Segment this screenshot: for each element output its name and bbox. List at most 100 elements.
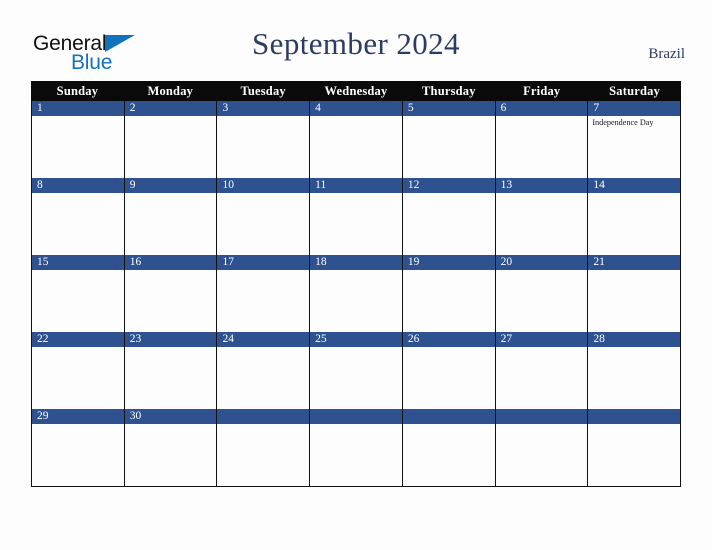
day-number: 4 xyxy=(310,101,402,116)
day-events xyxy=(310,424,402,486)
weekday-header-tuesday: Tuesday xyxy=(240,84,286,98)
day-number: 12 xyxy=(402,178,495,193)
weekday-header-friday: Friday xyxy=(523,84,561,98)
day-events xyxy=(125,270,217,332)
day-cell-6[interactable]: 6 xyxy=(495,101,589,178)
day-cell-7[interactable]: 7 Independence Day xyxy=(588,101,682,178)
day-number: 13 xyxy=(495,178,588,193)
day-events xyxy=(310,193,402,255)
day-cell-8[interactable]: 8 xyxy=(32,178,125,255)
day-events xyxy=(217,347,309,409)
calendar-week-row: 29 30 xyxy=(31,409,682,487)
day-events xyxy=(403,347,495,409)
day-cell-25[interactable]: 25 xyxy=(310,332,403,409)
day-number: 16 xyxy=(124,255,217,270)
day-cell-13[interactable]: 13 xyxy=(495,178,589,255)
day-number: 8 xyxy=(32,178,124,193)
day-number: 1 xyxy=(32,101,124,116)
day-cell-23[interactable]: 23 xyxy=(124,332,218,409)
day-number: 20 xyxy=(495,255,588,270)
calendar-week-row: 1 2 3 4 5 6 7 Independence Day xyxy=(31,101,682,178)
day-cell-17[interactable]: 17 xyxy=(217,255,311,332)
weekday-header-monday: Monday xyxy=(147,84,194,98)
day-cell-10[interactable]: 10 xyxy=(217,178,311,255)
calendar-weeks: 1 2 3 4 5 6 7 Independence Day 8 9 10 11 12 13 14 15 16 1… xyxy=(31,101,682,487)
day-cell-12[interactable]: 12 xyxy=(402,178,496,255)
day-cell-4[interactable]: 4 xyxy=(310,101,403,178)
day-cell-1[interactable]: 1 xyxy=(32,101,125,178)
day-events xyxy=(588,270,680,332)
day-cell-29[interactable]: 29 xyxy=(32,409,125,486)
day-events xyxy=(32,270,124,332)
day-cell-14[interactable]: 14 xyxy=(588,178,682,255)
day-events xyxy=(32,424,124,486)
weekday-header-sunday: Sunday xyxy=(56,84,99,98)
day-number: 30 xyxy=(124,409,217,424)
day-number: 7 xyxy=(588,101,681,116)
day-number: 15 xyxy=(32,255,124,270)
day-cell-empty[interactable] xyxy=(217,409,311,486)
day-cell-27[interactable]: 27 xyxy=(495,332,589,409)
day-cell-30[interactable]: 30 xyxy=(124,409,218,486)
day-cell-11[interactable]: 11 xyxy=(310,178,403,255)
day-number: 5 xyxy=(402,101,495,116)
day-number xyxy=(217,409,310,424)
day-cell-2[interactable]: 2 xyxy=(124,101,218,178)
day-number: 23 xyxy=(124,332,217,347)
day-number: 3 xyxy=(217,101,310,116)
day-events xyxy=(32,116,124,178)
day-events xyxy=(217,424,309,486)
day-number: 18 xyxy=(310,255,402,270)
day-cell-9[interactable]: 9 xyxy=(124,178,218,255)
calendar-week-row: 15 16 17 18 19 20 21 xyxy=(31,255,682,332)
day-cell-5[interactable]: 5 xyxy=(402,101,496,178)
country-label: Brazil xyxy=(648,46,685,62)
day-events xyxy=(32,347,124,409)
day-cell-20[interactable]: 20 xyxy=(495,255,589,332)
day-events xyxy=(588,193,680,255)
day-events xyxy=(496,270,588,332)
day-events xyxy=(125,116,217,178)
day-number: 24 xyxy=(217,332,310,347)
day-events xyxy=(125,347,217,409)
day-events xyxy=(496,116,588,178)
day-events xyxy=(310,270,402,332)
day-events xyxy=(588,424,680,486)
day-number: 22 xyxy=(32,332,124,347)
day-number: 29 xyxy=(32,409,124,424)
day-number xyxy=(495,409,588,424)
day-cell-empty[interactable] xyxy=(310,409,403,486)
day-events xyxy=(310,347,402,409)
day-cell-21[interactable]: 21 xyxy=(588,255,682,332)
event-label[interactable]: Independence Day xyxy=(592,118,677,128)
day-number: 26 xyxy=(402,332,495,347)
day-cell-3[interactable]: 3 xyxy=(217,101,311,178)
day-cell-empty[interactable] xyxy=(402,409,496,486)
day-number: 28 xyxy=(588,332,681,347)
day-number: 9 xyxy=(124,178,217,193)
day-cell-empty[interactable] xyxy=(588,409,682,486)
day-events xyxy=(496,193,588,255)
day-number: 10 xyxy=(217,178,310,193)
day-number: 27 xyxy=(495,332,588,347)
page-header: General Blue September 2024 Brazil xyxy=(0,0,712,81)
day-events xyxy=(217,193,309,255)
day-cell-24[interactable]: 24 xyxy=(217,332,311,409)
day-events xyxy=(403,193,495,255)
day-cell-19[interactable]: 19 xyxy=(402,255,496,332)
day-cell-16[interactable]: 16 xyxy=(124,255,218,332)
day-number: 14 xyxy=(588,178,681,193)
day-number: 21 xyxy=(588,255,681,270)
day-cell-28[interactable]: 28 xyxy=(588,332,682,409)
day-number xyxy=(588,409,681,424)
day-cell-22[interactable]: 22 xyxy=(32,332,125,409)
day-events xyxy=(32,193,124,255)
day-cell-26[interactable]: 26 xyxy=(402,332,496,409)
day-cell-15[interactable]: 15 xyxy=(32,255,125,332)
day-events xyxy=(217,270,309,332)
day-events xyxy=(125,193,217,255)
day-cell-empty[interactable] xyxy=(495,409,589,486)
day-events xyxy=(496,347,588,409)
day-cell-18[interactable]: 18 xyxy=(310,255,403,332)
day-number xyxy=(402,409,495,424)
